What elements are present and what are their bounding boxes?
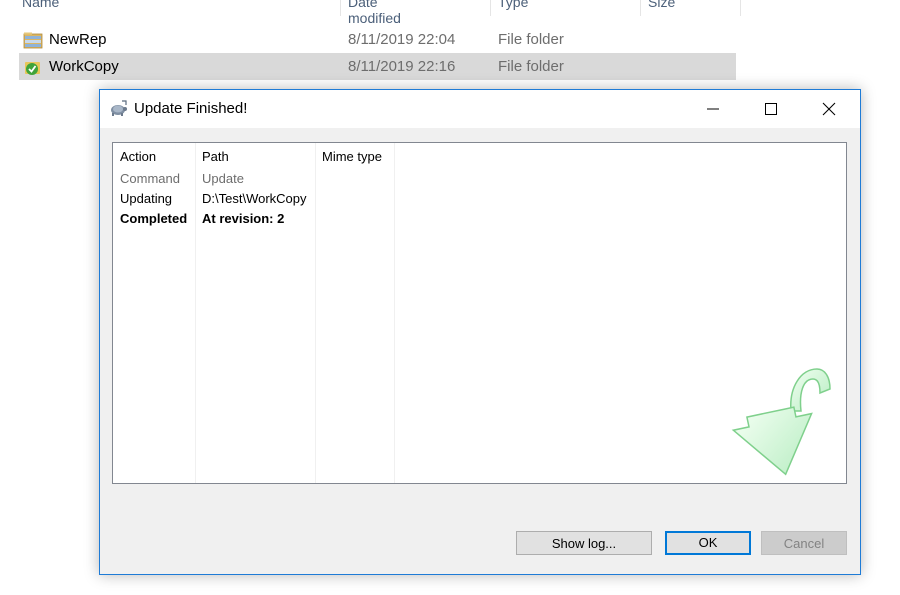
- list-header-action[interactable]: Action: [120, 149, 156, 164]
- close-button[interactable]: [801, 90, 859, 128]
- maximize-button[interactable]: [743, 90, 801, 128]
- column-header-size[interactable]: Size: [648, 0, 675, 10]
- file-date-modified: 8/11/2019 22:04: [348, 31, 456, 48]
- file-type: File folder: [498, 58, 564, 75]
- column-header-type[interactable]: Type: [498, 0, 528, 10]
- green-update-arrow-icon: [717, 353, 833, 484]
- list-cell-path[interactable]: At revision: 2: [202, 211, 284, 226]
- cancel-button[interactable]: Cancel: [761, 531, 847, 555]
- list-cell-path[interactable]: D:\Test\WorkCopy: [202, 191, 307, 206]
- column-divider[interactable]: [640, 0, 641, 16]
- column-header-date-modified[interactable]: Date modified: [348, 0, 401, 26]
- list-cell-action[interactable]: Command: [120, 171, 180, 186]
- file-type: File folder: [498, 31, 564, 48]
- minimize-icon: [707, 108, 719, 110]
- file-row-workcopy[interactable]: WorkCopy 8/11/2019 22:16 File folder: [19, 53, 736, 80]
- column-divider[interactable]: [740, 0, 741, 16]
- file-row-newrep[interactable]: NewRep 8/11/2019 22:04 File folder: [19, 26, 736, 53]
- file-name: NewRep: [49, 31, 107, 48]
- list-cell-path[interactable]: Update: [202, 171, 244, 186]
- file-date-modified: 8/11/2019 22:16: [348, 58, 456, 75]
- column-divider[interactable]: [340, 0, 341, 16]
- dialog-titlebar[interactable]: Update Finished!: [100, 90, 860, 128]
- minimize-button[interactable]: [685, 90, 743, 128]
- repository-folder-icon: [23, 31, 43, 49]
- maximize-icon: [765, 103, 777, 115]
- update-results-list[interactable]: Action Path Mime type Command Update Upd…: [112, 142, 847, 484]
- list-header-path[interactable]: Path: [202, 149, 229, 164]
- list-column-mime: [316, 143, 395, 483]
- list-header-mime-type[interactable]: Mime type: [322, 149, 382, 164]
- dialog-title: Update Finished!: [134, 100, 248, 117]
- list-cell-action[interactable]: Updating: [120, 191, 172, 206]
- update-finished-dialog: Update Finished! Action Path Mime type C…: [99, 89, 861, 575]
- show-log-button[interactable]: Show log...: [516, 531, 652, 555]
- ok-button[interactable]: OK: [665, 531, 751, 555]
- column-header-name[interactable]: Name: [22, 0, 59, 10]
- working-copy-folder-icon: [23, 58, 43, 75]
- column-divider[interactable]: [490, 0, 491, 16]
- list-cell-action[interactable]: Completed: [120, 211, 187, 226]
- file-name: WorkCopy: [49, 58, 119, 75]
- close-icon: [822, 102, 836, 116]
- tortoise-svn-icon: [109, 100, 128, 117]
